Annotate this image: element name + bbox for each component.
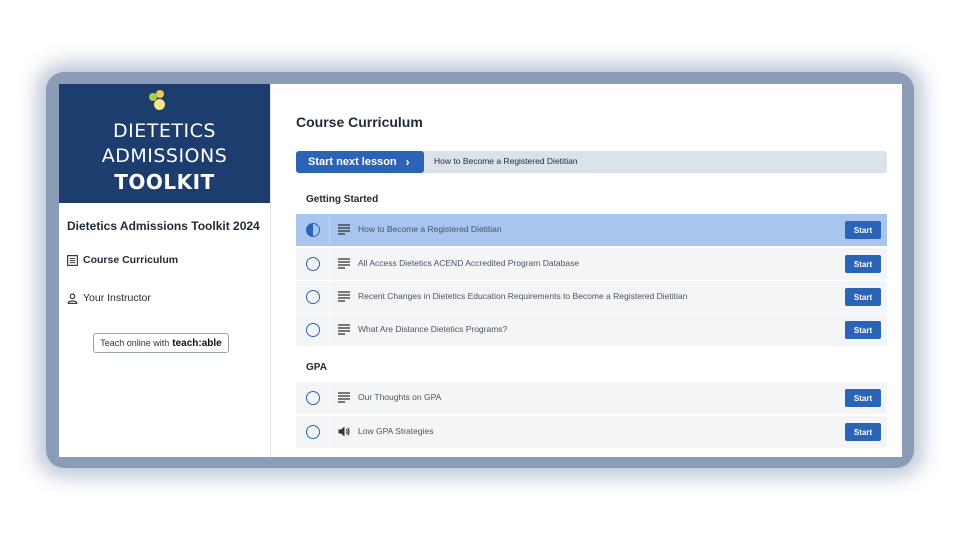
lesson-row[interactable]: Low GPA Strategies Start xyxy=(296,416,887,448)
lesson-row[interactable]: All Access Dietetics ACEND Accredited Pr… xyxy=(296,248,887,280)
brand-line-1: DIETETICS xyxy=(113,120,216,142)
start-button[interactable]: Start xyxy=(845,221,881,239)
start-next-lesson-label: Start next lesson xyxy=(308,156,397,168)
audio-lesson-icon xyxy=(338,426,350,437)
sidebar-item-label: Your Instructor xyxy=(83,292,151,304)
main-content: Course Curriculum Start next lesson › Ho… xyxy=(271,84,902,457)
row-divider xyxy=(329,281,330,313)
app-window: DIETETICS ADMISSIONS TOOLKIT Dietetics A… xyxy=(59,84,902,457)
text-lesson-icon xyxy=(338,224,350,235)
lesson-row[interactable]: What Are Distance Dietetics Programs? St… xyxy=(296,314,887,346)
lesson-row[interactable]: Our Thoughts on GPA Start xyxy=(296,382,887,414)
start-button[interactable]: Start xyxy=(845,423,881,441)
sidebar-item-label: Course Curriculum xyxy=(83,254,179,266)
teach-online-badge[interactable]: Teach online with teach:able xyxy=(93,333,229,353)
start-button[interactable]: Start xyxy=(845,321,881,339)
row-divider xyxy=(329,214,330,246)
lesson-row[interactable]: How to Become a Registered Dietitian Sta… xyxy=(296,214,887,246)
progress-half-icon[interactable] xyxy=(306,223,320,237)
lesson-title: Low GPA Strategies xyxy=(358,426,434,436)
course-title: Dietetics Admissions Toolkit 2024 xyxy=(67,219,260,233)
lesson-row[interactable]: Recent Changes in Dietetics Education Re… xyxy=(296,281,887,313)
text-lesson-icon xyxy=(338,392,350,403)
start-button[interactable]: Start xyxy=(845,255,881,273)
brand-banner: DIETETICS ADMISSIONS TOOLKIT xyxy=(59,84,270,203)
text-lesson-icon xyxy=(338,258,350,269)
section-title: GPA xyxy=(306,362,327,373)
curriculum-icon xyxy=(67,254,78,266)
row-divider xyxy=(329,248,330,280)
brand-line-2: ADMISSIONS xyxy=(101,145,228,167)
start-button[interactable]: Start xyxy=(845,288,881,306)
lesson-title: What Are Distance Dietetics Programs? xyxy=(358,324,508,334)
chevron-right-icon: › xyxy=(405,155,410,169)
logo-dot-yellow xyxy=(156,90,164,98)
progress-empty-icon[interactable] xyxy=(306,290,320,304)
sidebar-item-course-curriculum[interactable]: Course Curriculum xyxy=(67,254,178,266)
progress-empty-icon[interactable] xyxy=(306,323,320,337)
row-divider xyxy=(329,314,330,346)
progress-empty-icon[interactable] xyxy=(306,257,320,271)
progress-empty-icon[interactable] xyxy=(306,425,320,439)
start-next-lesson-button[interactable]: Start next lesson › xyxy=(296,151,424,173)
user-icon xyxy=(67,293,78,304)
brand-logo-icon xyxy=(149,90,173,112)
start-button[interactable]: Start xyxy=(845,389,881,407)
logo-dot-pale xyxy=(154,99,165,110)
row-divider xyxy=(329,382,330,414)
page-title: Course Curriculum xyxy=(296,114,423,130)
section-title: Getting Started xyxy=(306,194,379,205)
sidebar-item-your-instructor[interactable]: Your Instructor xyxy=(67,292,151,304)
progress-empty-icon[interactable] xyxy=(306,391,320,405)
brand-line-3: TOOLKIT xyxy=(114,170,215,194)
text-lesson-icon xyxy=(338,324,350,335)
lesson-title: Recent Changes in Dietetics Education Re… xyxy=(358,291,688,301)
teach-prefix: Teach online with xyxy=(100,338,170,348)
lesson-title: How to Become a Registered Dietitian xyxy=(358,224,502,234)
lesson-title: Our Thoughts on GPA xyxy=(358,392,442,402)
teachable-logo: teach:able xyxy=(172,337,222,349)
lesson-title: All Access Dietetics ACEND Accredited Pr… xyxy=(358,258,580,268)
text-lesson-icon xyxy=(338,291,350,302)
row-divider xyxy=(329,416,330,448)
next-lesson-title: How to Become a Registered Dietitian xyxy=(434,156,578,166)
sidebar: DIETETICS ADMISSIONS TOOLKIT Dietetics A… xyxy=(59,84,271,457)
next-lesson-bar: Start next lesson › How to Become a Regi… xyxy=(296,151,887,173)
